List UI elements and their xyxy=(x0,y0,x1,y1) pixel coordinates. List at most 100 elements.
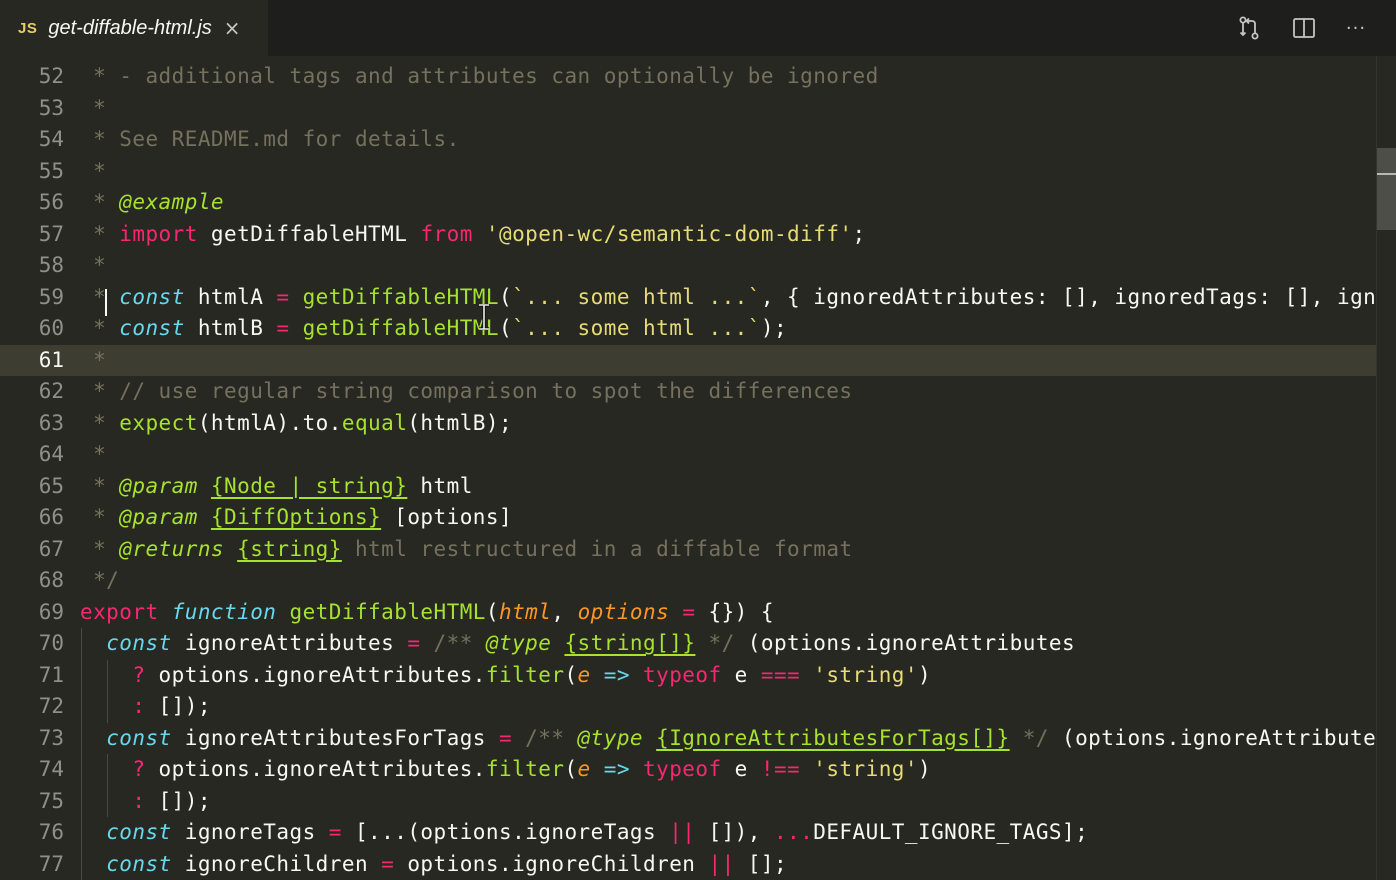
code-token: const xyxy=(106,851,172,876)
code-line[interactable]: 56 * @example xyxy=(0,187,1396,219)
code-token: @returns xyxy=(119,536,225,561)
split-editor-icon[interactable] xyxy=(1286,10,1322,46)
code-token: = xyxy=(498,725,513,750)
code-line[interactable]: 72 : []); xyxy=(0,691,1396,723)
code-line[interactable]: 65 * @param {Node | string} html xyxy=(0,471,1396,503)
code-token: const xyxy=(119,316,185,340)
code-token: = xyxy=(682,599,696,624)
code-line[interactable]: 55 * xyxy=(0,156,1396,188)
git-compare-icon[interactable] xyxy=(1231,10,1267,46)
code-token: : xyxy=(132,788,146,813)
code-token: , xyxy=(551,599,578,624)
line-number: 70 xyxy=(38,631,64,655)
code-token: * See README.md for details. xyxy=(80,127,460,151)
code-line[interactable]: 59 * const htmlA = getDiffableHTML(`... … xyxy=(0,282,1396,314)
code-token: {}) { xyxy=(695,599,774,624)
line-number: 69 xyxy=(38,599,64,624)
code-token: * xyxy=(80,442,107,466)
code-token: filter xyxy=(485,757,565,781)
code-line[interactable]: 67 * @returns {string} html restructured… xyxy=(0,534,1396,566)
line-number: 71 xyxy=(38,662,64,687)
code-token: '@open-wc/semantic-dom-diff' xyxy=(485,221,853,246)
code-line[interactable]: 70 const ignoreAttributes = /** @type {s… xyxy=(0,628,1396,660)
code-text: * xyxy=(80,345,106,377)
code-token: @param xyxy=(119,505,198,529)
code-token: `... some html ...` xyxy=(512,284,761,309)
code-token: * - additional tags and attributes can o… xyxy=(80,64,879,88)
code-token: typeof xyxy=(643,662,722,687)
code-line[interactable]: 73 const ignoreAttributesForTags = /** @… xyxy=(0,723,1396,755)
scrollbar-cursor-marker xyxy=(1377,173,1396,175)
code-line[interactable]: 53 * xyxy=(0,93,1396,125)
code-line[interactable]: 75 : []); xyxy=(0,786,1396,818)
code-line[interactable]: 66 * @param {DiffOptions} [options] xyxy=(0,502,1396,534)
code-token: import xyxy=(119,221,198,246)
code-line[interactable]: 71 ? options.ignoreAttributes.filter(e =… xyxy=(0,660,1396,692)
code-token: []), xyxy=(695,820,774,844)
code-editor[interactable]: 52 * - additional tags and attributes ca… xyxy=(0,56,1396,880)
code-token: const xyxy=(119,284,185,309)
line-number: 57 xyxy=(38,221,64,246)
code-token: DEFAULT_IGNORE_TAGS]; xyxy=(813,820,1089,844)
code-line[interactable]: 57 * import getDiffableHTML from '@open-… xyxy=(0,219,1396,251)
code-token: ignoreAttributesForTags xyxy=(171,725,499,750)
code-line[interactable]: 54 * See README.md for details. xyxy=(0,124,1396,156)
code-line[interactable]: 74 ? options.ignoreAttributes.filter(e =… xyxy=(0,754,1396,786)
code-line[interactable]: 77 const ignoreChildren = options.ignore… xyxy=(0,849,1396,880)
code-token: !== xyxy=(760,757,801,781)
code-token: {string[]} xyxy=(564,631,696,655)
code-line-current[interactable]: 61 * xyxy=(0,344,1396,377)
code-line[interactable]: 68 */ xyxy=(0,565,1396,597)
code-token: @type xyxy=(485,631,552,655)
code-text: const ignoreAttributes = /** @type {stri… xyxy=(80,628,1075,660)
line-number: 64 xyxy=(38,442,64,466)
code-line[interactable]: 64 * xyxy=(0,439,1396,471)
code-text: : []); xyxy=(80,691,211,723)
code-token: getDiffableHTML xyxy=(302,316,499,340)
line-number: 61 xyxy=(38,347,64,372)
code-line[interactable]: 58 * xyxy=(0,250,1396,282)
code-line[interactable]: 76 const ignoreTags = [...(options.ignor… xyxy=(0,817,1396,849)
code-line[interactable]: 62 * // use regular string comparison to… xyxy=(0,376,1396,408)
code-token: || xyxy=(708,851,735,876)
code-text: * // use regular string comparison to sp… xyxy=(80,376,853,408)
code-token: => xyxy=(603,662,630,687)
code-line[interactable]: 63 * expect(htmlA).to.equal(htmlB); xyxy=(0,408,1396,440)
code-token: (options.ignoreAttributes xyxy=(734,631,1076,655)
code-line[interactable]: 52 * - additional tags and attributes ca… xyxy=(0,61,1396,93)
code-token: const xyxy=(106,631,172,655)
code-token: html xyxy=(407,473,473,498)
code-token: options xyxy=(577,599,670,624)
code-token: ( xyxy=(485,599,499,624)
code-token: ignoreTags xyxy=(171,820,329,844)
code-text: * import getDiffableHTML from '@open-wc/… xyxy=(80,219,866,251)
editor-tab[interactable]: JS get-diffable-html.js × xyxy=(0,0,268,56)
code-token: []); xyxy=(145,694,211,718)
code-token: e xyxy=(721,662,761,687)
code-token: (htmlA).to. xyxy=(197,410,342,435)
code-text: * const htmlA = getDiffableHTML(`... som… xyxy=(80,282,1396,314)
code-token: ? xyxy=(132,757,146,781)
code-line[interactable]: 69 export function getDiffableHTML(html, … xyxy=(0,597,1396,629)
line-number: 75 xyxy=(38,788,64,813)
scrollbar-thumb[interactable] xyxy=(1377,148,1396,230)
code-token: []); xyxy=(145,788,211,813)
close-icon[interactable]: × xyxy=(224,18,241,38)
line-number: 56 xyxy=(38,190,64,214)
code-token: * xyxy=(80,95,107,120)
code-line[interactable]: 60 * const htmlB = getDiffableHTML(`... … xyxy=(0,313,1396,345)
code-token: expect xyxy=(119,410,198,435)
code-text: * xyxy=(80,250,106,282)
more-actions-button[interactable]: ··· xyxy=(1338,10,1374,46)
code-token: */ xyxy=(1009,725,1049,750)
code-token: options.ignoreAttributes. xyxy=(145,662,486,687)
